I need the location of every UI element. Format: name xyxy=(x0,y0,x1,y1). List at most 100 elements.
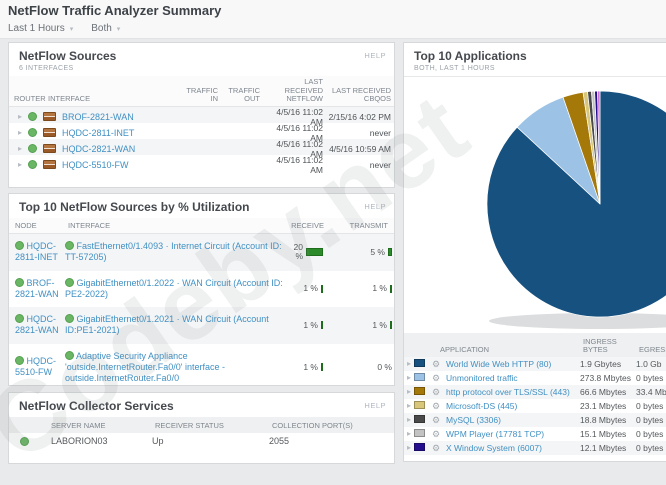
interface-link[interactable]: Adaptive Security Appliance 'outside.Int… xyxy=(65,351,225,384)
last-netflow-value: 4/5/16 11:02 AM xyxy=(263,155,326,175)
gear-icon[interactable]: ⚙ xyxy=(432,430,446,439)
legend-row: ▸ ⚙ World Wide Web HTTP (80) 1.9 Gbytes … xyxy=(404,357,666,371)
panel-title: Top 10 Applications xyxy=(414,49,666,63)
egress-value: 0 bytes xyxy=(636,373,666,383)
expand-chevron-icon[interactable]: ▸ xyxy=(404,416,414,424)
last-cbqos-value: 2/15/16 4:02 PM xyxy=(326,112,394,122)
col-interface: INTERFACE xyxy=(65,218,287,233)
application-link[interactable]: WPM Player (17781 TCP) xyxy=(446,429,580,439)
table-row: HQDC-2821-WAN GigabitEthernet0/1.2021 · … xyxy=(9,307,394,344)
application-link[interactable]: X Window System (6007) xyxy=(446,443,580,453)
legend-swatch xyxy=(414,387,425,395)
receive-bar xyxy=(321,363,323,371)
gear-icon[interactable]: ⚙ xyxy=(432,374,446,383)
interface-link[interactable]: HQDC-2811-INET xyxy=(62,128,134,138)
gear-icon[interactable]: ⚙ xyxy=(432,402,446,411)
col-egress-bytes: EGRESS BYTES xyxy=(636,333,666,357)
time-range-dropdown[interactable]: Last 1 Hours ▾ xyxy=(8,23,73,34)
interface-link[interactable]: GigabitEthernet0/1.2021 · WAN Circuit (A… xyxy=(65,314,269,335)
table-header: APPLICATION INGRESS BYTES EGRESS BYTES xyxy=(404,333,666,357)
help-link[interactable]: HELP xyxy=(364,202,386,211)
application-link[interactable]: Microsoft-DS (445) xyxy=(446,401,580,411)
gear-icon[interactable]: ⚙ xyxy=(432,360,446,369)
ingress-value: 15.1 Mbytes xyxy=(580,429,636,439)
egress-value: 0 bytes xyxy=(636,429,666,439)
interface-link[interactable]: GigabitEthernet0/1.2022 · WAN Circuit (A… xyxy=(65,278,283,299)
help-link[interactable]: HELP xyxy=(364,51,386,60)
flow-direction-dropdown[interactable]: Both ▾ xyxy=(91,23,120,34)
ingress-value: 66.6 Mbytes xyxy=(580,387,636,397)
interface-link[interactable]: FastEthernet0/1.4093 · Internet Circuit … xyxy=(65,241,282,262)
legend-row: ▸ ⚙ WPM Player (17781 TCP) 15.1 Mbytes 0… xyxy=(404,427,666,441)
expand-chevron-icon[interactable]: ▸ xyxy=(404,388,414,396)
expand-chevron-icon[interactable]: ▸ xyxy=(404,360,414,368)
last-cbqos-value: never xyxy=(326,160,394,170)
egress-value: 0 bytes xyxy=(636,415,666,425)
expand-chevron-icon[interactable]: ▸ xyxy=(404,402,414,410)
status-up-icon xyxy=(65,278,74,287)
table-header: NODE INTERFACE RECEIVE TRANSMIT xyxy=(9,218,394,234)
status-up-icon xyxy=(15,314,24,323)
legend-swatch xyxy=(414,443,425,451)
application-link[interactable]: Unmonitored traffic xyxy=(446,373,580,383)
ingress-value: 12.1 Mbytes xyxy=(580,443,636,453)
status-up-icon xyxy=(65,314,74,323)
top-sources-rows: HQDC-2811-INET FastEthernet0/1.4093 · In… xyxy=(9,234,394,391)
egress-value: 33.4 Mb xyxy=(636,387,666,397)
egress-value: 0 bytes xyxy=(636,401,666,411)
application-link[interactable]: http protocol over TLS/SSL (443) xyxy=(446,387,580,397)
status-up-icon xyxy=(28,160,37,169)
receive-percent: 1 % xyxy=(303,284,318,293)
application-link[interactable]: World Wide Web HTTP (80) xyxy=(446,359,580,369)
col-collection-ports: COLLECTION PORT(S) xyxy=(269,417,394,433)
gear-icon[interactable]: ⚙ xyxy=(432,444,446,453)
expand-chevron-icon[interactable]: ▸ xyxy=(18,145,22,153)
collector-services-panel: NetFlow Collector Services HELP SERVER N… xyxy=(8,392,395,464)
expand-chevron-icon[interactable]: ▸ xyxy=(404,430,414,438)
legend-swatch xyxy=(414,359,425,367)
status-up-icon xyxy=(20,437,29,446)
table-row: BROF-2821-WAN GigabitEthernet0/1.2022 · … xyxy=(9,271,394,308)
expand-chevron-icon[interactable]: ▸ xyxy=(18,113,22,121)
col-node: NODE xyxy=(9,218,65,233)
legend-swatch xyxy=(414,373,425,381)
table-row: ▸HQDC-2811-INET 4/5/16 11:02 AM never xyxy=(9,123,394,139)
gear-icon[interactable]: ⚙ xyxy=(432,416,446,425)
status-up-icon xyxy=(28,144,37,153)
transmit-bar xyxy=(388,248,392,256)
col-interface: INTERFACE xyxy=(45,76,185,106)
interface-link[interactable]: HQDC-5510-FW xyxy=(62,160,129,170)
legend-swatch xyxy=(414,401,425,409)
expand-chevron-icon[interactable]: ▸ xyxy=(18,129,22,137)
router-icon xyxy=(43,112,56,121)
interface-link[interactable]: BROF-2821-WAN xyxy=(62,112,134,122)
interface-link[interactable]: HQDC-2821-WAN xyxy=(62,144,135,154)
chevron-down-icon: ▾ xyxy=(70,25,74,33)
application-link[interactable]: MySQL (3306) xyxy=(446,415,580,425)
table-header: SERVER NAME RECEIVER STATUS COLLECTION P… xyxy=(9,417,394,433)
applications-pie-chart[interactable] xyxy=(404,76,666,334)
pie-chart-svg[interactable] xyxy=(404,76,666,334)
legend-swatch xyxy=(414,429,425,437)
ingress-value: 18.8 Mbytes xyxy=(580,415,636,425)
panel-subtitle: BOTH, LAST 1 HOURS xyxy=(414,65,666,72)
panel-title: Top 10 NetFlow Sources by % Utilization xyxy=(19,200,384,214)
legend-row: ▸ ⚙ http protocol over TLS/SSL (443) 66.… xyxy=(404,385,666,399)
expand-chevron-icon[interactable]: ▸ xyxy=(404,444,414,452)
status-up-icon xyxy=(15,278,24,287)
router-icon xyxy=(43,128,56,137)
netflow-sources-rows: ▸BROF-2821-WAN 4/5/16 11:02 AM 2/15/16 4… xyxy=(9,107,394,171)
transmit-percent: 1 % xyxy=(372,321,387,330)
status-up-icon xyxy=(15,356,24,365)
help-link[interactable]: HELP xyxy=(364,401,386,410)
expand-chevron-icon[interactable]: ▸ xyxy=(18,161,22,169)
table-row: HQDC-5510-FW Adaptive Security Appliance… xyxy=(9,344,394,392)
gear-icon[interactable]: ⚙ xyxy=(432,388,446,397)
expand-chevron-icon[interactable]: ▸ xyxy=(404,374,414,382)
receiver-status: Up xyxy=(152,436,269,446)
last-cbqos-value: 4/5/16 10:59 AM xyxy=(326,144,394,154)
router-icon xyxy=(43,160,56,169)
status-up-icon xyxy=(65,351,74,360)
transmit-percent: 5 % xyxy=(370,248,385,257)
status-up-icon xyxy=(28,112,37,121)
